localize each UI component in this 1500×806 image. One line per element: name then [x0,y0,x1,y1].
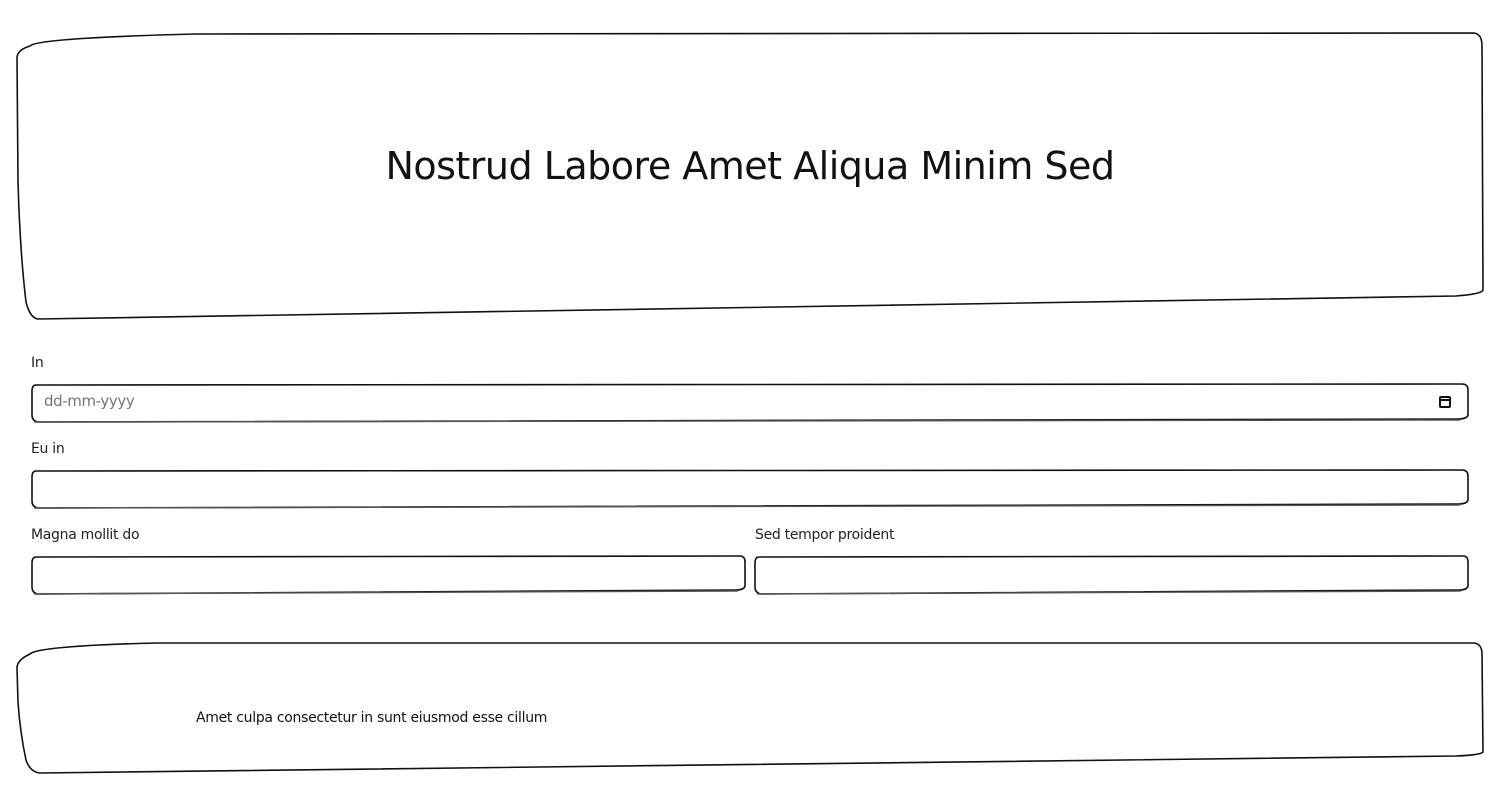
footer-panel: Amet culpa consectetur in sunt eiusmod e… [16,642,1484,774]
footer-text: Amet culpa consectetur in sunt eiusmod e… [196,710,548,726]
magna-input[interactable] [36,558,742,588]
date-input[interactable] [36,386,1432,416]
calendar-icon[interactable] [1439,396,1451,408]
page-title: Nostrud Labore Amet Aliqua Minim Sed [385,144,1115,188]
eu-in-field[interactable] [30,468,1470,510]
sed-field-label: Sed tempor proident [755,527,895,543]
magna-field[interactable] [30,554,748,596]
footer-frame [16,642,1484,774]
sed-field[interactable] [753,554,1471,596]
date-field[interactable] [30,382,1470,424]
date-field-label: In [31,355,44,371]
eu-in-field-label: Eu in [31,441,65,457]
magna-field-label: Magna mollit do [31,527,140,543]
sed-input[interactable] [759,558,1465,588]
eu-in-input[interactable] [36,472,1462,502]
header-banner: Nostrud Labore Amet Aliqua Minim Sed [16,32,1484,320]
